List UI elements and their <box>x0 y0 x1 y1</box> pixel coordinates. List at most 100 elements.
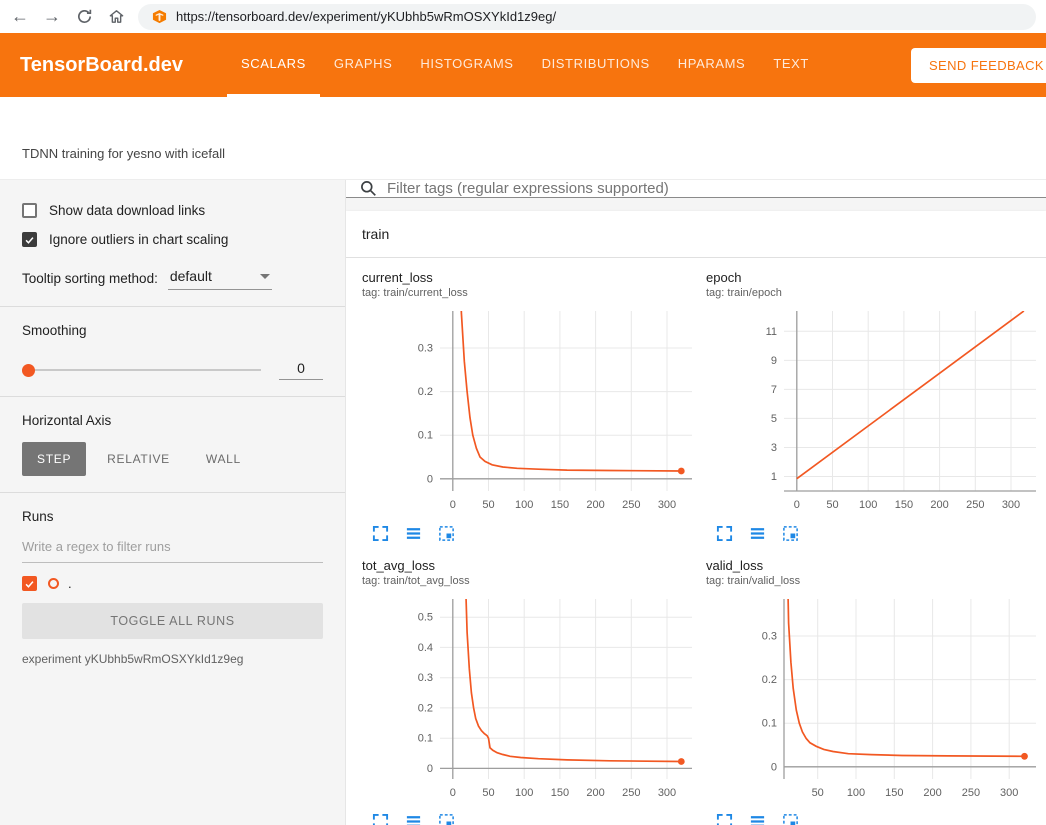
run-color-swatch-icon <box>48 578 59 589</box>
fit-domain-icon[interactable] <box>782 525 799 542</box>
svg-text:150: 150 <box>895 499 913 511</box>
svg-text:11: 11 <box>766 326 777 338</box>
svg-text:100: 100 <box>515 499 533 511</box>
main-panel: train current_losstag: train/current_los… <box>346 180 1046 825</box>
svg-text:0.2: 0.2 <box>418 702 433 714</box>
filter-tags-row <box>346 180 1046 198</box>
ignore-outliers-label: Ignore outliers in chart scaling <box>49 232 228 247</box>
svg-text:100: 100 <box>847 787 865 799</box>
chart-card-tot_avg_loss: tot_avg_losstag: train/tot_avg_loss05010… <box>362 558 696 825</box>
train-card: train current_losstag: train/current_los… <box>346 211 1046 825</box>
checkbox-unchecked-icon[interactable] <box>22 203 37 218</box>
refresh-icon[interactable] <box>74 7 94 27</box>
svg-text:200: 200 <box>923 787 941 799</box>
svg-text:7: 7 <box>771 384 777 396</box>
experiment-title: TDNN training for yesno with icefall <box>22 146 225 161</box>
axis-relative-button[interactable]: RELATIVE <box>92 442 185 476</box>
svg-text:0.2: 0.2 <box>762 674 777 686</box>
toggle-all-runs-button[interactable]: TOGGLE ALL RUNS <box>22 603 323 639</box>
chart-grid: current_losstag: train/current_loss05010… <box>346 258 1046 825</box>
forward-icon[interactable]: → <box>42 7 62 27</box>
svg-text:0.3: 0.3 <box>418 672 433 684</box>
fit-domain-icon[interactable] <box>438 525 455 542</box>
divider <box>0 396 345 397</box>
svg-text:200: 200 <box>586 499 604 511</box>
svg-text:50: 50 <box>826 499 838 511</box>
run-checkbox-checked-icon[interactable] <box>22 576 37 591</box>
chart-toolbar <box>706 805 1040 825</box>
svg-text:300: 300 <box>658 787 676 799</box>
chart-plot[interactable]: 5010015020025030000.10.20.3 <box>706 593 1040 805</box>
svg-text:300: 300 <box>658 499 676 511</box>
content: Show data download links Ignore outliers… <box>0 180 1046 825</box>
axis-wall-button[interactable]: WALL <box>191 442 256 476</box>
chart-plot[interactable]: 05010015020025030000.10.20.3 <box>362 305 696 517</box>
runs-filter-row <box>22 538 323 563</box>
svg-text:0.1: 0.1 <box>762 718 777 730</box>
svg-text:0.5: 0.5 <box>418 612 433 624</box>
svg-text:150: 150 <box>885 787 903 799</box>
chart-tag: tag: train/current_loss <box>362 287 696 299</box>
svg-text:300: 300 <box>1000 787 1018 799</box>
section-train-header[interactable]: train <box>346 211 1046 258</box>
app-header: TensorBoard.dev SCALARSGRAPHSHISTOGRAMSD… <box>0 33 1046 97</box>
tab-text[interactable]: TEXT <box>759 33 823 97</box>
svg-text:50: 50 <box>482 787 494 799</box>
line-weight-icon[interactable] <box>749 813 766 825</box>
tooltip-sorting-row: Tooltip sorting method: default <box>22 266 323 290</box>
chart-plot[interactable]: 05010015020025030000.10.20.30.40.5 <box>362 593 696 805</box>
expand-chart-icon[interactable] <box>372 525 389 542</box>
svg-text:0: 0 <box>794 499 800 511</box>
chart-title: valid_loss <box>706 558 1040 573</box>
tab-graphs[interactable]: GRAPHS <box>320 33 407 97</box>
line-weight-icon[interactable] <box>749 525 766 542</box>
address-bar[interactable]: https://tensorboard.dev/experiment/yKUbh… <box>138 4 1036 30</box>
show-download-links-label: Show data download links <box>49 203 205 218</box>
search-icon <box>360 180 377 197</box>
chart-toolbar <box>362 517 696 544</box>
smoothing-value[interactable]: 0 <box>279 360 323 380</box>
horizontal-axis-label: Horizontal Axis <box>22 413 323 428</box>
show-download-links-row[interactable]: Show data download links <box>22 196 323 225</box>
run-row[interactable]: . <box>22 576 323 591</box>
chart-card-valid_loss: valid_losstag: train/valid_loss501001502… <box>706 558 1040 825</box>
smoothing-label: Smoothing <box>22 323 323 338</box>
smoothing-slider[interactable] <box>22 369 261 371</box>
back-icon[interactable]: ← <box>10 7 30 27</box>
filter-tags-input[interactable] <box>387 180 1032 197</box>
svg-text:0: 0 <box>427 763 433 775</box>
svg-text:250: 250 <box>966 499 984 511</box>
line-weight-icon[interactable] <box>405 525 422 542</box>
svg-text:0.1: 0.1 <box>418 430 433 442</box>
svg-text:0: 0 <box>450 499 456 511</box>
expand-chart-icon[interactable] <box>372 813 389 825</box>
chart-title: tot_avg_loss <box>362 558 696 573</box>
tab-distributions[interactable]: DISTRIBUTIONS <box>528 33 664 97</box>
tab-histograms[interactable]: HISTOGRAMS <box>406 33 527 97</box>
expand-chart-icon[interactable] <box>716 525 733 542</box>
tooltip-sorting-select[interactable]: default <box>168 266 272 290</box>
fit-domain-icon[interactable] <box>438 813 455 825</box>
home-icon[interactable] <box>106 7 126 27</box>
svg-text:150: 150 <box>551 499 569 511</box>
ignore-outliers-row[interactable]: Ignore outliers in chart scaling <box>22 225 323 254</box>
runs-filter-input[interactable] <box>22 539 323 554</box>
svg-text:150: 150 <box>551 787 569 799</box>
svg-text:0: 0 <box>427 473 433 485</box>
smoothing-slider-handle[interactable] <box>22 364 35 377</box>
tab-hparams[interactable]: HPARAMS <box>664 33 760 97</box>
url-text: https://tensorboard.dev/experiment/yKUbh… <box>176 9 556 24</box>
experiment-caption: experiment yKUbhb5wRmOSXYkId1z9eg <box>22 652 323 666</box>
fit-domain-icon[interactable] <box>782 813 799 825</box>
svg-text:0.3: 0.3 <box>418 343 433 355</box>
tab-scalars[interactable]: SCALARS <box>227 33 320 97</box>
runs-label: Runs <box>22 509 323 524</box>
divider <box>0 306 345 307</box>
send-feedback-button[interactable]: SEND FEEDBACK <box>911 48 1046 83</box>
axis-step-button[interactable]: STEP <box>22 442 86 476</box>
line-weight-icon[interactable] <box>405 813 422 825</box>
checkbox-checked-icon[interactable] <box>22 232 37 247</box>
chart-plot[interactable]: 0501001502002503001357911 <box>706 305 1040 517</box>
expand-chart-icon[interactable] <box>716 813 733 825</box>
svg-text:300: 300 <box>1002 499 1020 511</box>
